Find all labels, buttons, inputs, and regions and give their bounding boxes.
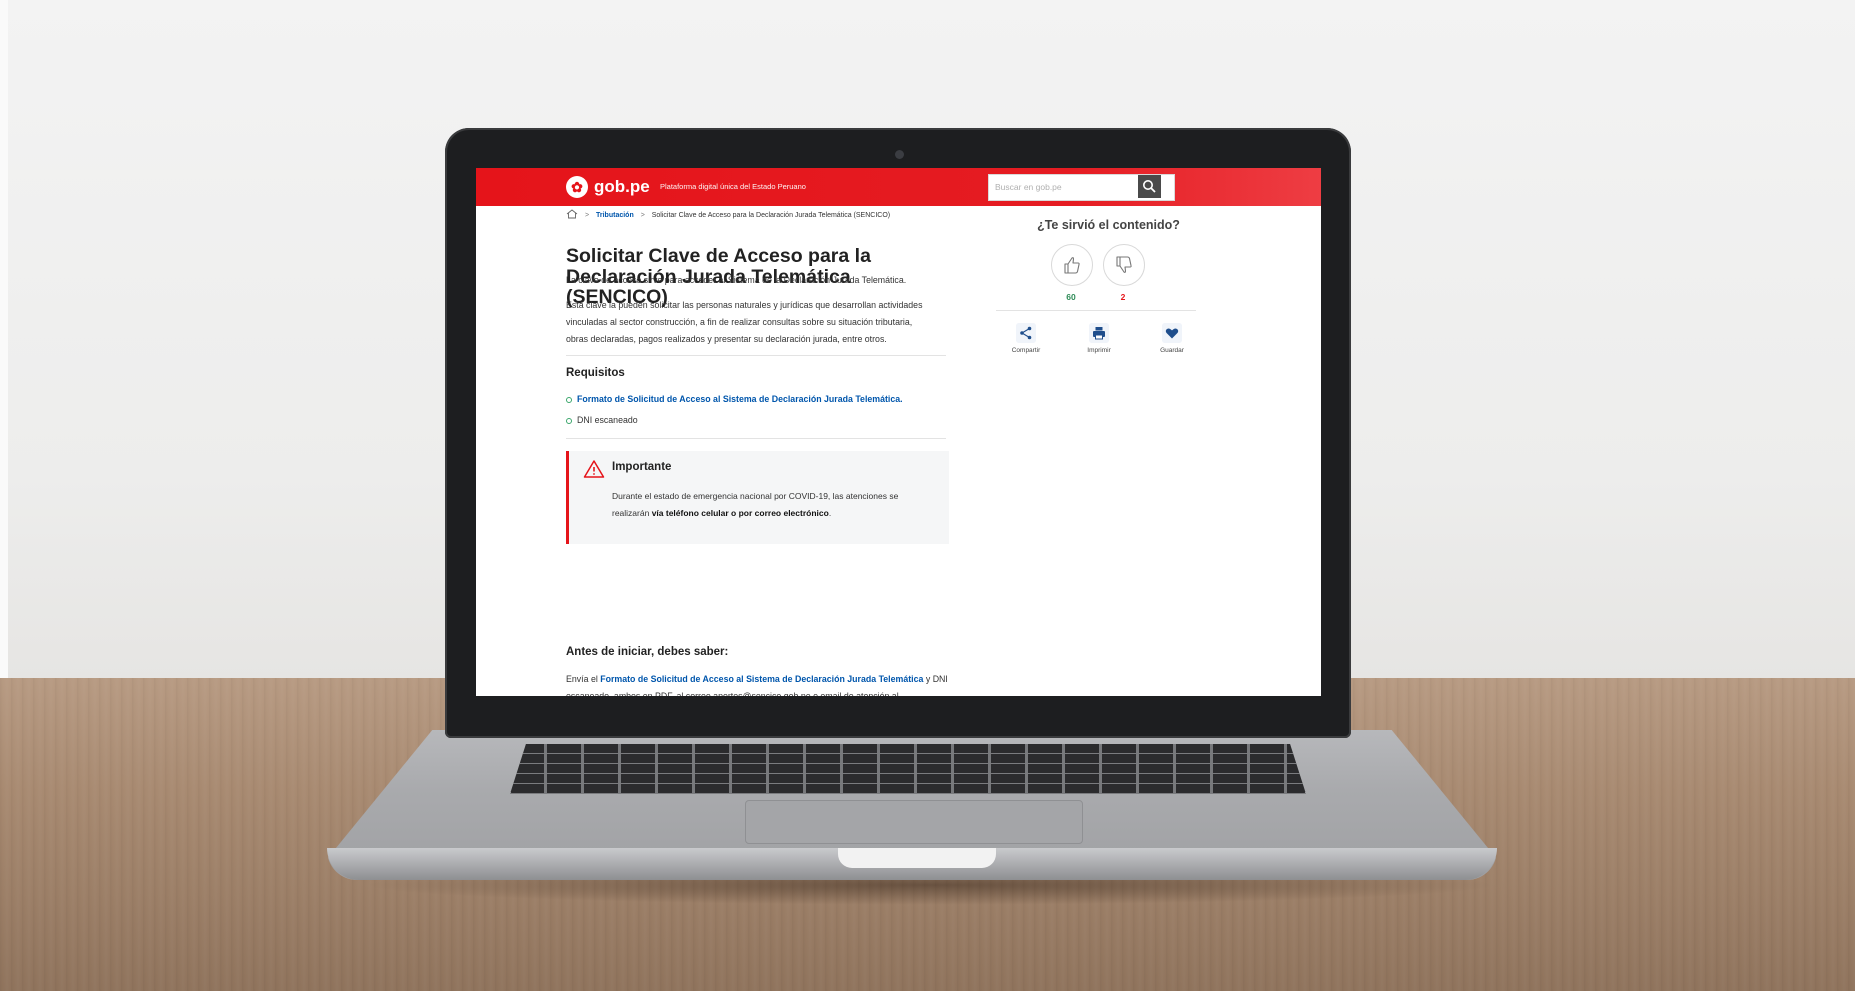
search-icon <box>1143 180 1156 193</box>
alert-body: Durante el estado de emergencia nacional… <box>612 488 932 522</box>
requirement-dni: DNI escaneado <box>577 415 638 425</box>
share-icon <box>1016 323 1036 343</box>
before-text-2: y DNI <box>923 674 948 684</box>
intro-text: La clave de acceso sirve para acceder al… <box>566 275 907 285</box>
brand-logo-text[interactable]: gob.pe <box>594 177 650 197</box>
before-start-heading: Antes de iniciar, debes saber: <box>566 646 729 658</box>
webcam <box>895 150 904 159</box>
laptop-screen: ✿ gob.pe Plataforma digital única del Es… <box>476 168 1321 696</box>
home-icon[interactable] <box>566 209 578 219</box>
warning-icon <box>583 460 605 478</box>
bullet-icon <box>566 396 572 403</box>
save-button[interactable]: Guardar <box>1142 323 1202 354</box>
section-divider <box>566 355 946 356</box>
breadcrumb-tributacion[interactable]: Tributación <box>596 212 634 219</box>
aside-divider <box>996 310 1196 311</box>
search-button[interactable] <box>1138 175 1161 198</box>
share-label: Compartir <box>1011 347 1041 354</box>
list-item[interactable]: Formato de Solicitud de Acceso al Sistem… <box>566 394 903 404</box>
like-button[interactable] <box>1051 244 1093 286</box>
thumbs-down-icon <box>1116 256 1132 273</box>
laptop-trackpad <box>745 800 1083 844</box>
requirement-form-link[interactable]: Formato de Solicitud de Acceso al Sistem… <box>577 394 903 404</box>
site-header: ✿ gob.pe Plataforma digital única del Es… <box>476 168 1321 206</box>
requirements-heading: Requisitos <box>566 367 625 379</box>
feedback-question: ¿Te sirvió el contenido? <box>1037 218 1180 232</box>
bullet-icon <box>566 417 572 424</box>
list-item: DNI escaneado <box>566 415 638 425</box>
breadcrumb: > Tributación > Solicitar Clave de Acces… <box>566 209 890 223</box>
thumbs-up-icon <box>1064 257 1080 274</box>
save-label: Guardar <box>1160 347 1184 354</box>
breadcrumb-separator: > <box>584 212 590 219</box>
breadcrumb-separator: > <box>640 212 645 219</box>
keyboard-rows <box>510 744 1306 794</box>
share-button[interactable]: Compartir <box>996 323 1056 354</box>
before-text-1: Envía el <box>566 674 601 684</box>
section-divider <box>566 438 946 439</box>
coat-of-arms-icon[interactable]: ✿ <box>566 176 588 198</box>
heart-icon <box>1162 323 1182 343</box>
important-alert: Importante Durante el estado de emergenc… <box>566 451 949 544</box>
form-link[interactable]: Formato de Solicitud de Acceso al Sistem… <box>600 674 923 684</box>
before-start-text: Envía el Formato de Solicitud de Acceso … <box>566 671 948 688</box>
alert-body-end: . <box>828 508 832 518</box>
before-start-text-cut: escaneado, ambos en PDF, al correo aport… <box>566 691 899 696</box>
like-count: 60 <box>1066 292 1076 302</box>
dislike-button[interactable] <box>1103 244 1145 286</box>
print-button[interactable]: Imprimir <box>1069 323 1129 354</box>
search-placeholder: Buscar en gob.pe <box>995 182 1062 192</box>
header-tagline: Plataforma digital única del Estado Peru… <box>660 182 806 191</box>
alert-body-bold: vía teléfono celular o por correo electr… <box>651 508 829 518</box>
print-label: Imprimir <box>1087 347 1111 354</box>
print-icon <box>1089 323 1109 343</box>
alert-title: Importante <box>612 461 672 473</box>
dislike-count: 2 <box>1120 292 1126 302</box>
breadcrumb-current: Solicitar Clave de Acceso para la Declar… <box>651 212 891 219</box>
laptop-notch <box>838 848 996 868</box>
description-text: Esta clave la pueden solicitar las perso… <box>566 300 923 344</box>
